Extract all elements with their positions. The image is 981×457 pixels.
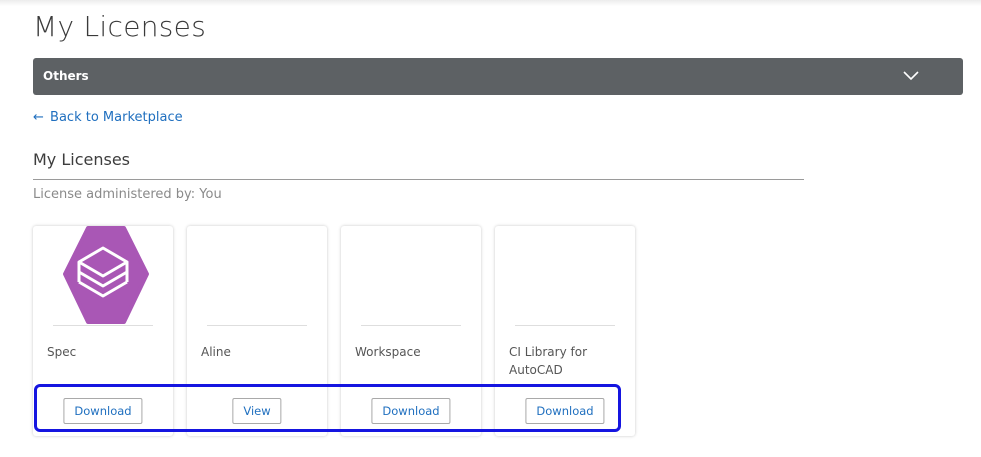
card-thumbnail bbox=[187, 226, 327, 324]
card-thumbnail bbox=[33, 226, 173, 324]
back-to-marketplace-link[interactable]: ← Back to Marketplace bbox=[33, 110, 183, 125]
card-divider bbox=[515, 325, 615, 326]
card-divider bbox=[53, 325, 153, 326]
card-thumbnail bbox=[341, 226, 481, 324]
download-button[interactable]: Download bbox=[525, 398, 605, 424]
section-divider bbox=[33, 179, 804, 180]
category-dropdown[interactable]: Others bbox=[33, 58, 963, 95]
download-button[interactable]: Download bbox=[371, 398, 451, 424]
license-card-spec: Spec Download bbox=[33, 226, 173, 436]
card-title: Spec bbox=[47, 345, 77, 359]
card-title: CI Library for AutoCAD bbox=[509, 345, 588, 377]
page-title: My Licenses bbox=[33, 10, 207, 43]
card-divider bbox=[207, 325, 307, 326]
card-title: Aline bbox=[201, 345, 231, 359]
license-admin-note: License administered by: You bbox=[33, 187, 222, 202]
card-divider bbox=[361, 325, 461, 326]
left-arrow-icon: ← bbox=[33, 110, 44, 125]
license-card-aline: Aline View bbox=[187, 226, 327, 436]
card-title: Workspace bbox=[355, 345, 421, 359]
top-shadow bbox=[0, 0, 981, 6]
chevron-down-icon bbox=[903, 71, 919, 81]
dropdown-selected-value: Others bbox=[43, 69, 89, 83]
card-thumbnail bbox=[495, 226, 635, 324]
section-title: My Licenses bbox=[33, 150, 131, 169]
view-button[interactable]: View bbox=[232, 398, 282, 424]
download-button[interactable]: Download bbox=[63, 398, 143, 424]
license-card-ci-library: CI Library for AutoCAD Download bbox=[495, 226, 635, 436]
back-link-label: Back to Marketplace bbox=[50, 110, 183, 125]
license-card-workspace: Workspace Download bbox=[341, 226, 481, 436]
spec-logo-icon bbox=[63, 226, 149, 324]
